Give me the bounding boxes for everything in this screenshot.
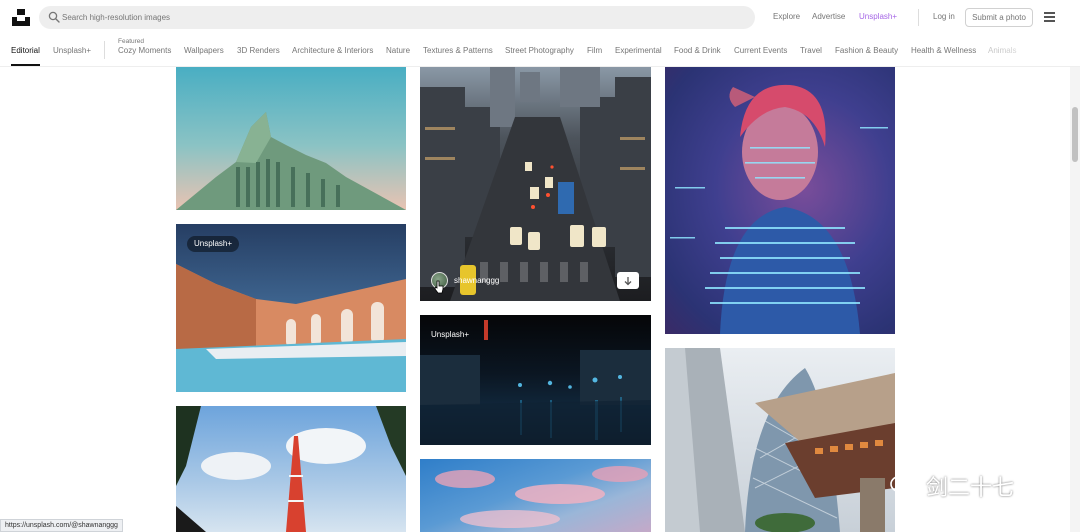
photo-pool-walls[interactable]: Unsplash+ bbox=[176, 224, 406, 392]
photo-city-traffic[interactable]: shawnanggg bbox=[420, 67, 651, 301]
advertise-link[interactable]: Advertise bbox=[812, 12, 845, 21]
tab-architecture-interiors[interactable]: Architecture & Interiors bbox=[292, 46, 373, 55]
cursor-hand-icon bbox=[434, 280, 444, 294]
tokyo-tower-art bbox=[176, 406, 406, 532]
search-input[interactable] bbox=[62, 6, 712, 29]
explore-link[interactable]: Explore bbox=[773, 12, 800, 21]
unsplash-logo-icon[interactable] bbox=[12, 9, 30, 26]
wechat-icon bbox=[890, 475, 919, 497]
tab-travel[interactable]: Travel bbox=[800, 46, 822, 55]
tab-current-events[interactable]: Current Events bbox=[734, 46, 787, 55]
watermark-text: 剑二十七 bbox=[926, 476, 1015, 501]
search-bar[interactable] bbox=[39, 6, 755, 29]
search-icon bbox=[48, 11, 60, 23]
download-button[interactable] bbox=[617, 272, 639, 289]
top-bar: Explore Advertise Unsplash+ Log in Submi… bbox=[0, 0, 1080, 35]
author-name[interactable]: shawnanggg bbox=[454, 276, 499, 285]
photo-night-street[interactable]: Unsplash+ bbox=[420, 315, 651, 445]
green-building-art bbox=[176, 112, 406, 210]
unsplash-plus-link[interactable]: Unsplash+ bbox=[859, 12, 897, 21]
tab-fashion-beauty[interactable]: Fashion & Beauty bbox=[835, 46, 898, 55]
status-url: https://unsplash.com/@shawnanggg bbox=[0, 519, 123, 532]
pink-clouds-art bbox=[435, 466, 648, 528]
category-nav: Editorial Unsplash+ Featured Cozy Moment… bbox=[0, 35, 1080, 67]
city-traffic-art bbox=[420, 67, 651, 301]
photo-glass-building[interactable] bbox=[665, 348, 895, 532]
unsplash-plus-badge: Unsplash+ bbox=[431, 330, 470, 339]
category-nav-fade bbox=[1000, 35, 1080, 66]
tab-health-wellness[interactable]: Health & Wellness bbox=[911, 46, 976, 55]
neon-portrait-art bbox=[670, 84, 888, 334]
photo-tokyo-tower[interactable] bbox=[176, 406, 406, 532]
tab-wallpapers[interactable]: Wallpapers bbox=[184, 46, 224, 55]
photo-green-building[interactable] bbox=[176, 67, 406, 210]
download-icon bbox=[624, 276, 632, 285]
photo-pink-clouds[interactable] bbox=[420, 459, 651, 532]
tab-street-photography[interactable]: Street Photography bbox=[505, 46, 574, 55]
featured-label: Featured bbox=[118, 38, 145, 45]
tab-film[interactable]: Film bbox=[587, 46, 602, 55]
photo-neon-portrait[interactable] bbox=[665, 67, 895, 334]
glass-building-art bbox=[665, 348, 895, 532]
active-tab-underline bbox=[11, 64, 40, 66]
tab-editorial[interactable]: Editorial bbox=[11, 46, 40, 55]
unsplash-plus-badge: Unsplash+ bbox=[187, 236, 240, 252]
header-divider bbox=[918, 9, 919, 26]
category-divider bbox=[104, 41, 105, 59]
tab-unsplash-plus[interactable]: Unsplash+ bbox=[53, 46, 91, 55]
watermark: 剑二十七 bbox=[890, 470, 1014, 502]
scrollbar[interactable] bbox=[1070, 67, 1080, 532]
tab-3d-renders[interactable]: 3D Renders bbox=[237, 46, 280, 55]
submit-photo-button[interactable]: Submit a photo bbox=[965, 8, 1033, 27]
tab-food-drink[interactable]: Food & Drink bbox=[674, 46, 721, 55]
tab-textures-patterns[interactable]: Textures & Patterns bbox=[423, 46, 493, 55]
tab-experimental[interactable]: Experimental bbox=[615, 46, 662, 55]
tab-nature[interactable]: Nature bbox=[386, 46, 410, 55]
scrollbar-thumb[interactable] bbox=[1072, 107, 1078, 162]
tab-cozy-moments[interactable]: Cozy Moments bbox=[118, 46, 171, 55]
menu-icon[interactable] bbox=[1044, 12, 1056, 22]
login-link[interactable]: Log in bbox=[933, 12, 955, 21]
